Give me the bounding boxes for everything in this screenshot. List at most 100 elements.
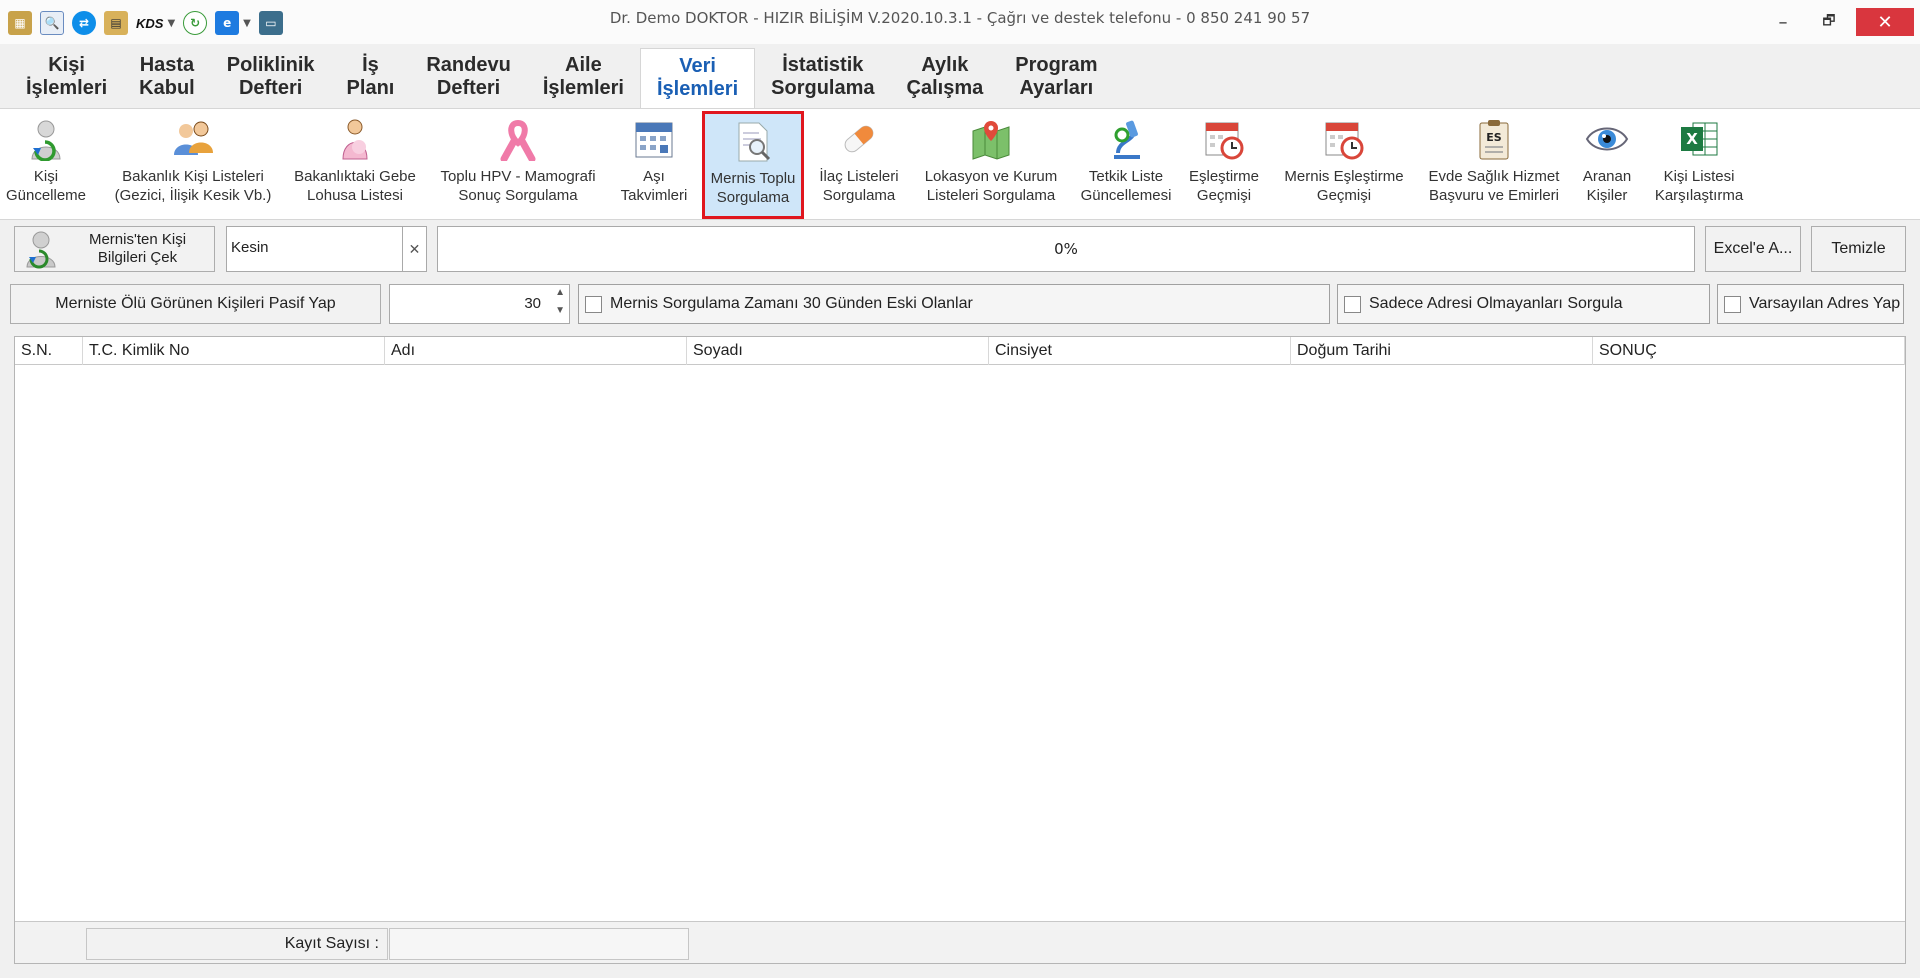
- ribbon-label-line2: Güncelleme: [5, 187, 87, 204]
- tab-3[interactable]: İş Planı: [331, 48, 411, 108]
- ribbon-label-line1: Evde Sağlık Hizmet: [1428, 168, 1560, 185]
- calendar-icon: [635, 122, 673, 158]
- ribbon-button-2[interactable]: Bakanlıktaki Gebe Lohusa Listesi: [288, 109, 422, 219]
- minimize-button[interactable]: –: [1760, 8, 1806, 36]
- ribbon-label-line1: Bakanlık Kişi Listeleri: [122, 168, 264, 185]
- tab-1[interactable]: Hasta Kabul: [123, 48, 211, 108]
- mernis-fetch-button[interactable]: Mernis'ten Kişi Bilgileri Çek: [14, 226, 215, 272]
- tab-label-line2: İşlemleri: [26, 77, 108, 99]
- ribbon-label-line1: Eşleştirme: [1188, 168, 1259, 185]
- default-address-checkbox[interactable]: Varsayılan Adres Yap: [1717, 284, 1904, 324]
- passive-deceased-button[interactable]: Merniste Ölü Görünen Kişileri Pasif Yap: [10, 284, 381, 324]
- progress-text: 0%: [1054, 240, 1078, 258]
- people-list-icon: [174, 121, 213, 155]
- ribbon-label-line1: Kişi: [33, 168, 59, 185]
- restore-button[interactable]: 🗗: [1806, 8, 1852, 36]
- stepper-down-icon[interactable]: ▼: [555, 305, 565, 316]
- excel-export-button[interactable]: Excel'e A...: [1705, 226, 1801, 272]
- window-controls: – 🗗 ✕: [1760, 8, 1914, 36]
- ribbon-button-6[interactable]: İlaç Listeleri Sorgulama: [812, 109, 906, 219]
- tab-8[interactable]: Aylık Çalışma: [891, 48, 1000, 108]
- ribbon-button-10[interactable]: Mernis Eşleştirme Geçmişi: [1278, 109, 1410, 219]
- tab-label-line2: İşlemleri: [656, 78, 739, 100]
- window-title: Dr. Demo DOKTOR - HIZIR BİLİŞİM V.2020.1…: [609, 9, 1311, 27]
- checkbox-box[interactable]: [1724, 295, 1741, 313]
- no-address-checkbox[interactable]: Sadece Adresi Olmayanları Sorgula: [1337, 284, 1710, 324]
- column-header[interactable]: Doğum Tarihi: [1291, 337, 1593, 365]
- tab-6[interactable]: Veri İşlemleri: [639, 48, 756, 109]
- ribbon-button-9[interactable]: Eşleştirme Geçmişi: [1182, 109, 1266, 219]
- older-than-checkbox[interactable]: Mernis Sorgulama Zamanı 30 Günden Eski O…: [578, 284, 1330, 324]
- ribbon-button-8[interactable]: Tetkik Liste Güncellemesi: [1076, 109, 1176, 219]
- column-header[interactable]: Cinsiyet: [989, 337, 1291, 365]
- ribbon-label-line1: İlaç Listeleri: [819, 168, 899, 185]
- calendar-clock-icon: [1325, 122, 1364, 160]
- tab-7[interactable]: İstatistik Sorgulama: [755, 48, 890, 108]
- column-header[interactable]: Soyadı: [687, 337, 989, 365]
- map-pin-icon: [972, 121, 1010, 160]
- tab-4[interactable]: Randevu Defteri: [410, 48, 526, 108]
- column-header[interactable]: T.C. Kimlik No: [83, 337, 385, 365]
- ribbon-button-4[interactable]: Aşı Takvimleri: [614, 109, 694, 219]
- ribbon-button-0[interactable]: Kişi Güncelleme: [4, 109, 88, 219]
- ribbon-button-5[interactable]: Mernis Toplu Sorgulama: [702, 111, 804, 219]
- grid-header: S.N. T.C. Kimlik No Adı Soyadı Cinsiyet Doğum…: [15, 337, 1905, 365]
- results-grid[interactable]: S.N. T.C. Kimlik No Adı Soyadı Cinsiyet Doğum…: [14, 336, 1906, 964]
- clear-icon[interactable]: ✕: [402, 227, 426, 271]
- match-mode-select[interactable]: Kesin ✕: [226, 226, 427, 272]
- tab-label-line2: Çalışma: [906, 77, 984, 99]
- excel-icon: X: [1681, 122, 1718, 156]
- ribbon-button-12[interactable]: Aranan Kişiler: [1576, 109, 1638, 219]
- ribbon-label-line2: Güncellemesi: [1080, 187, 1172, 204]
- column-header[interactable]: SONUÇ: [1593, 337, 1905, 365]
- tab-9[interactable]: Program Ayarları: [999, 48, 1113, 108]
- ribbon-label-line1: Aşı: [643, 168, 665, 185]
- days-stepper[interactable]: 30 ▲ ▼: [389, 284, 570, 324]
- es-clipboard-icon: ES: [1479, 120, 1509, 160]
- tab-2[interactable]: Poliklinik Defteri: [211, 48, 331, 108]
- tab-label-line2: Defteri: [238, 77, 303, 99]
- tab-5[interactable]: Aile İşlemleri: [527, 48, 640, 108]
- stepper-up-icon[interactable]: ▲: [555, 287, 565, 298]
- checkbox-box[interactable]: [585, 295, 602, 313]
- tab-0[interactable]: Kişi İşlemleri: [10, 48, 123, 108]
- record-count-value: [389, 928, 689, 960]
- checkbox-box[interactable]: [1344, 295, 1361, 313]
- match-mode-value: Kesin: [231, 239, 269, 256]
- ribbon-button-7[interactable]: Lokasyon ve Kurum Listeleri Sorgulama: [916, 109, 1066, 219]
- ribbon-label-line2: (Gezici, İlişik Kesik Vb.): [114, 187, 272, 204]
- pill-icon: [844, 125, 874, 153]
- tab-label-line1: Program: [1015, 54, 1098, 76]
- ribbon-button-11[interactable]: ES Evde Sağlık Hizmet Başvuru ve Emirleri: [1420, 109, 1568, 219]
- svg-text:ES: ES: [1486, 131, 1502, 144]
- ribbon-button-3[interactable]: Toplu HPV - Mamografi Sonuç Sorgulama: [432, 109, 604, 219]
- ribbon-label-line1: Toplu HPV - Mamografi: [440, 168, 596, 185]
- tab-label-line1: İş: [362, 54, 379, 76]
- tab-label-line1: Aylık: [921, 54, 969, 76]
- column-header[interactable]: S.N.: [15, 337, 83, 365]
- pregnant-icon: [342, 119, 368, 160]
- ribbon-label-line2: Kişiler: [1586, 187, 1628, 204]
- clear-button[interactable]: Temizle: [1811, 226, 1906, 272]
- close-button[interactable]: ✕: [1856, 8, 1914, 36]
- tab-label-line2: Kabul: [139, 77, 195, 99]
- ribbon-label-line1: Kişi Listesi: [1663, 168, 1735, 185]
- ribbon-label-line2: Sorgulama: [822, 187, 896, 204]
- eye-icon: [1585, 127, 1629, 151]
- tab-label-line2: Defteri: [436, 77, 501, 99]
- ribbon: Kişi Güncelleme Bakanlık Kişi Listeleri (Ge…: [0, 108, 1920, 220]
- microscope-icon: [1114, 120, 1140, 159]
- grid-footer: Kayıt Sayısı :: [15, 921, 1905, 963]
- tab-label-line2: Planı: [346, 77, 395, 99]
- title-bar: ▦ 🔍 ⇄ ▤ KDS ▼ ↻ e ▼ ▭ Dr. Demo DOKTOR - HI…: [0, 0, 1920, 44]
- ribbon-label-line2: Geçmişi: [1316, 187, 1372, 204]
- svg-text:X: X: [1686, 130, 1698, 148]
- progress-bar: 0%: [437, 226, 1695, 272]
- ribbon-button-1[interactable]: Bakanlık Kişi Listeleri (Gezici, İlişik K…: [110, 109, 276, 219]
- ribbon-button-13[interactable]: X Kişi Listesi Karşılaştırma: [1646, 109, 1752, 219]
- tab-label-line2: İşlemleri: [542, 77, 624, 99]
- column-header[interactable]: Adı: [385, 337, 687, 365]
- ribbon-label-line1: Mernis Toplu: [710, 170, 796, 187]
- tab-label-line1: Veri: [679, 55, 716, 77]
- ribbon-label-line1: Bakanlıktaki Gebe: [294, 168, 416, 185]
